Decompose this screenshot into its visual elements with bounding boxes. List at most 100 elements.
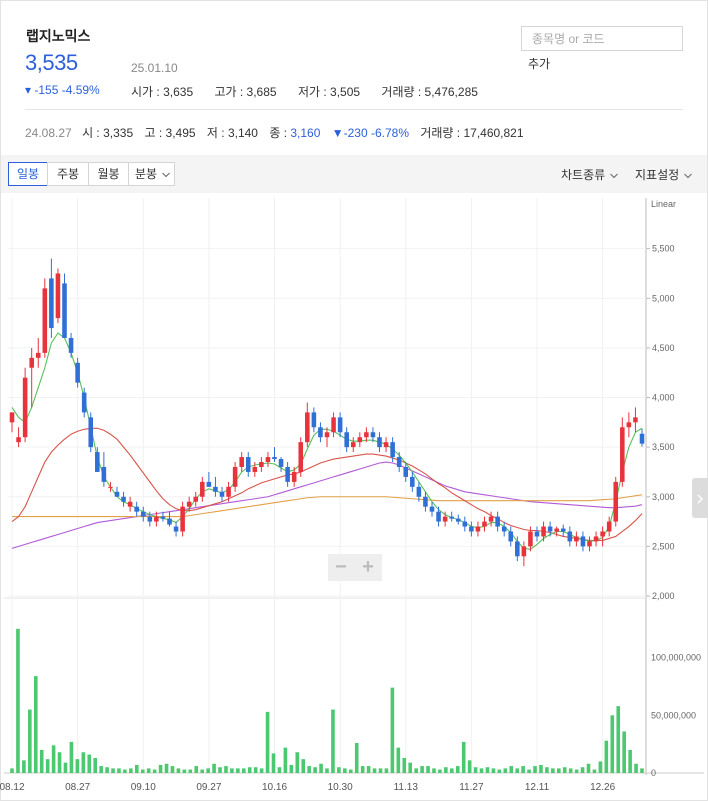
tab-daily[interactable]: 일봉: [8, 162, 48, 186]
volume-bar: [75, 759, 80, 773]
x-tick-label: 10.16: [262, 782, 287, 793]
volume-bar: [135, 764, 139, 773]
add-button[interactable]: 추가: [521, 53, 559, 73]
search-input[interactable]: [521, 26, 683, 51]
candle-body: [410, 476, 415, 487]
volume-bar: [491, 768, 496, 773]
candle-body: [442, 516, 448, 522]
compare-close: 3,160: [290, 126, 321, 140]
volume-bar: [57, 752, 62, 773]
candle-body: [213, 486, 218, 492]
volume-bar: [247, 767, 252, 773]
zoom-control: − +: [328, 554, 382, 581]
candle-body: [554, 528, 559, 532]
candle-body: [580, 536, 586, 547]
candle-body: [88, 417, 94, 448]
volume-bar: [337, 767, 341, 773]
candle-body: [81, 392, 87, 413]
volume-bar: [479, 768, 484, 773]
price-tick-label: 4,000: [652, 393, 675, 403]
candle-body: [574, 536, 579, 542]
candle-body: [180, 506, 185, 532]
volume-bar: [33, 676, 38, 773]
price-tick-label: 3,000: [652, 492, 675, 502]
volume-bar: [360, 766, 365, 773]
candle-body: [626, 422, 632, 428]
volume-bar: [438, 769, 442, 773]
candle-body: [35, 352, 41, 358]
candle-body: [305, 412, 310, 443]
candle-body: [22, 377, 28, 438]
volume-bar: [295, 752, 300, 773]
candle-body: [121, 496, 126, 502]
chevron-right-icon: [697, 494, 704, 504]
volume-bar: [616, 706, 621, 773]
tab-minute[interactable]: 분봉: [128, 162, 175, 186]
volume-bar: [158, 764, 163, 773]
x-tick-label: 11.27: [459, 782, 484, 793]
candle-body: [140, 511, 146, 517]
candle-body: [252, 466, 258, 472]
volume-bar: [212, 763, 216, 773]
zoom-in-button[interactable]: +: [355, 555, 381, 580]
volume-bar: [640, 768, 644, 773]
volume-bar: [390, 687, 395, 773]
volume-bar: [509, 766, 514, 773]
chevron-down-icon: [162, 172, 171, 178]
candle-body: [469, 526, 474, 532]
volume-bar: [473, 767, 478, 773]
candle-body: [337, 417, 343, 433]
candle-body: [259, 462, 264, 467]
candle-body: [114, 491, 120, 497]
compare-close-label: 종 :: [269, 126, 291, 140]
side-panel-toggle[interactable]: [692, 478, 708, 518]
compare-open: 시 : 3,335: [82, 126, 134, 140]
volume-bar: [580, 767, 585, 773]
volume-bar: [598, 761, 603, 773]
volume-bar: [93, 758, 98, 773]
volume-bar: [271, 753, 276, 773]
candle-body: [285, 466, 290, 482]
candle-body: [423, 496, 428, 507]
candle-body: [429, 506, 435, 512]
price-tick-label: 5,000: [652, 293, 675, 303]
volume-bar: [556, 768, 561, 773]
volume-bar: [402, 758, 407, 773]
tab-weekly[interactable]: 주봉: [47, 162, 89, 186]
candle-body: [278, 459, 284, 467]
candle-body: [475, 526, 481, 532]
stock-chart[interactable]: 08.12 08.27 09.10 09.27 10.16 10.30 11.13 11.27…: [0, 193, 708, 801]
ohlv-summary: 시가 : 3,635 고가 : 3,685 저가 : 3,505 거래량 : 5…: [131, 83, 496, 100]
stock-name: 랩지노믹스: [26, 28, 91, 44]
candle-body: [508, 531, 514, 542]
volume-bar: [81, 752, 86, 773]
volume-bar: [253, 767, 258, 773]
indicator-settings-dropdown[interactable]: 지표설정: [635, 166, 692, 183]
volume-bar: [348, 769, 353, 773]
tab-monthly[interactable]: 월봉: [88, 162, 129, 186]
volume-bar: [432, 768, 436, 773]
candle-body: [383, 442, 389, 448]
candle-body: [541, 526, 546, 537]
ma60-line: [12, 494, 643, 518]
volume-bar: [63, 762, 68, 773]
compare-volume: 거래량 : 17,460,821: [420, 126, 524, 140]
candle-body: [311, 412, 317, 428]
candle-body: [42, 288, 48, 353]
tab-minute-label: 분봉: [135, 167, 158, 181]
zoom-out-button[interactable]: −: [328, 555, 354, 580]
chart-toolbar: 일봉 주봉 월봉 분봉 차트종류 지표설정: [1, 155, 707, 193]
candle-body: [587, 541, 592, 547]
volume-bar: [408, 762, 413, 773]
candle-body: [245, 457, 251, 472]
chevron-down-icon: [609, 173, 618, 179]
volume-bar: [592, 769, 597, 773]
candle-body: [462, 521, 468, 527]
chart-type-dropdown[interactable]: 차트종류: [561, 166, 618, 183]
volume-bar: [51, 745, 56, 773]
candle-body: [265, 457, 271, 463]
volume-bar: [307, 766, 311, 773]
candle-body: [560, 528, 566, 532]
candle-body: [403, 466, 409, 477]
candle-body: [173, 526, 179, 532]
